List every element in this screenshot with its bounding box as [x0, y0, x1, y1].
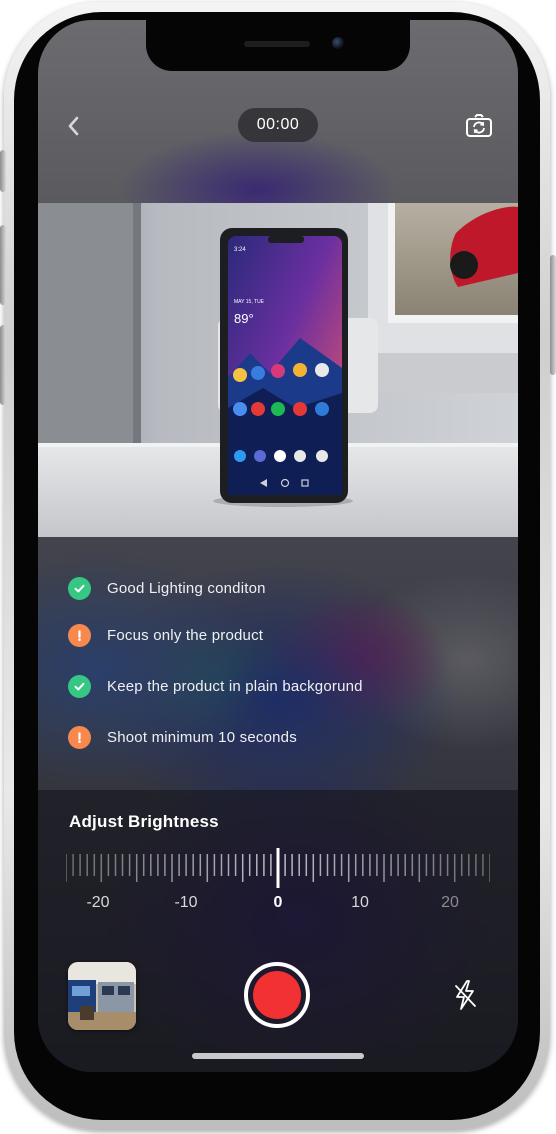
flash-off-icon[interactable] [450, 978, 480, 1012]
front-camera [332, 37, 344, 49]
tick-label: 20 [441, 894, 459, 911]
power-button [550, 255, 556, 375]
tick-label: 10 [351, 894, 369, 911]
brightness-slider[interactable] [65, 848, 491, 888]
tick-label: -20 [86, 894, 110, 911]
exclamation-icon [68, 623, 91, 647]
record-button[interactable] [244, 962, 310, 1028]
check-icon [68, 576, 91, 600]
preview-phone-time: 3:24 [234, 247, 246, 253]
preview-phone-temperature: 89° [234, 311, 254, 326]
checklist-item: Shoot minimum 10 seconds [68, 724, 297, 750]
switch-camera-icon[interactable] [464, 112, 494, 142]
tick-label: -10 [174, 894, 198, 911]
device-notch [146, 20, 410, 71]
checklist-item-text: Good Lighting conditon [107, 579, 266, 597]
silent-switch [0, 150, 6, 192]
checklist-item: Keep the product in plain backgorund [68, 673, 363, 699]
preview-scene: 3:24 MAY 15, TUE 89° [38, 203, 518, 537]
preview-phone-date: MAY 15, TUE [234, 299, 265, 305]
volume-up-button [0, 225, 6, 305]
checklist-item-text: Keep the product in plain backgorund [107, 677, 363, 695]
camera-preview[interactable]: 3:24 MAY 15, TUE 89° [38, 203, 518, 537]
brightness-tick-labels: -20 -10 0 10 20 [38, 894, 518, 918]
app-screen: 00:00 3:24 MAY 15, TUE 89° Good Lighting… [38, 20, 518, 1072]
checklist-item-text: Shoot minimum 10 seconds [107, 728, 297, 746]
brightness-ruler [65, 848, 491, 888]
tick-label-current: 0 [273, 894, 283, 911]
earpiece-speaker [244, 41, 310, 47]
exclamation-icon [68, 725, 91, 749]
check-icon [68, 674, 91, 698]
gallery-thumbnail-image [68, 962, 136, 1030]
recording-timer: 00:00 [238, 108, 318, 142]
home-indicator [192, 1053, 364, 1059]
gallery-thumbnail[interactable] [68, 962, 136, 1030]
volume-down-button [0, 325, 6, 405]
camera-top-bar: 00:00 [38, 106, 518, 146]
chevron-left-icon[interactable] [60, 112, 88, 140]
checklist-item-text: Focus only the product [107, 626, 264, 644]
checklist-item: Focus only the product [68, 622, 263, 648]
record-button-dot [253, 971, 301, 1019]
checklist-item: Good Lighting conditon [68, 575, 266, 601]
brightness-title: Adjust Brightness [69, 812, 219, 831]
